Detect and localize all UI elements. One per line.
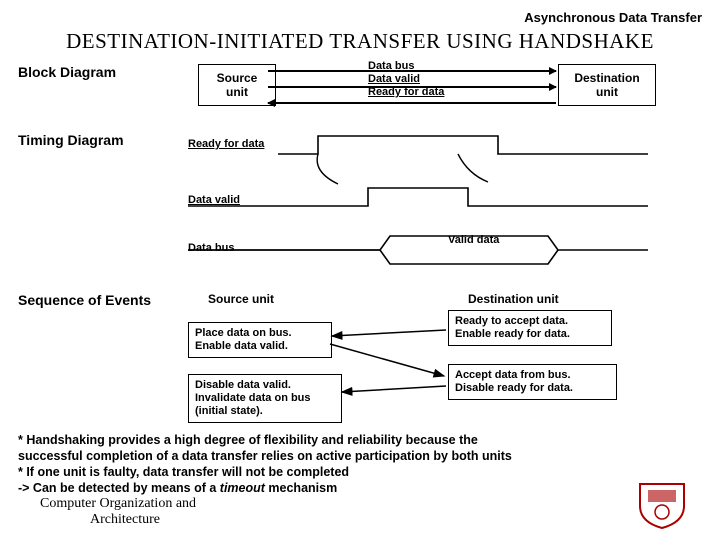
sequence-row: Sequence of Events Source unit Destinati…	[18, 292, 702, 422]
footer-text: Computer Organization and Architecture	[40, 496, 196, 528]
sequence-label: Sequence of Events	[18, 292, 168, 308]
block-diagram-label: Block Diagram	[18, 64, 168, 80]
sequence-diagram: Source unit Destination unit Ready to ac…	[168, 292, 702, 422]
note-line-1: * Handshaking provides a high degree of …	[18, 432, 702, 448]
note-line-3: * If one unit is faulty, data transfer w…	[18, 464, 702, 480]
datavalid-arrow	[268, 86, 556, 88]
page-title: DESTINATION-INITIATED TRANSFER USING HAN…	[18, 29, 702, 54]
destination-unit-box: Destination unit	[558, 64, 656, 106]
timing-diagram-row: Timing Diagram Ready for data Data valid…	[18, 132, 702, 282]
bus-signal-labels: Data bus Data valid Ready for data	[368, 60, 444, 99]
note-line-4: -> Can be detected by means of a timeout…	[18, 480, 702, 496]
timing-diagram: Ready for data Data valid Data bus Valid…	[168, 132, 702, 282]
ready-arrow	[268, 102, 556, 104]
timing-diagram-label: Timing Diagram	[18, 132, 168, 148]
signal-ready: Ready for data	[368, 86, 444, 99]
note-line-2: successful completion of a data transfer…	[18, 448, 702, 464]
notes-block: * Handshaking provides a high degree of …	[18, 432, 702, 496]
source-unit-box: Source unit	[198, 64, 276, 106]
sequence-arrows	[168, 292, 668, 422]
databus-arrow	[268, 70, 556, 72]
timing-waveforms	[168, 132, 668, 282]
block-diagram: Source unit Data bus Data valid Ready fo…	[168, 64, 702, 122]
crest-icon	[634, 478, 690, 530]
block-diagram-row: Block Diagram Source unit Data bus Data …	[18, 64, 702, 122]
page-topic: Asynchronous Data Transfer	[18, 10, 702, 25]
signal-datavalid: Data valid	[368, 73, 444, 86]
